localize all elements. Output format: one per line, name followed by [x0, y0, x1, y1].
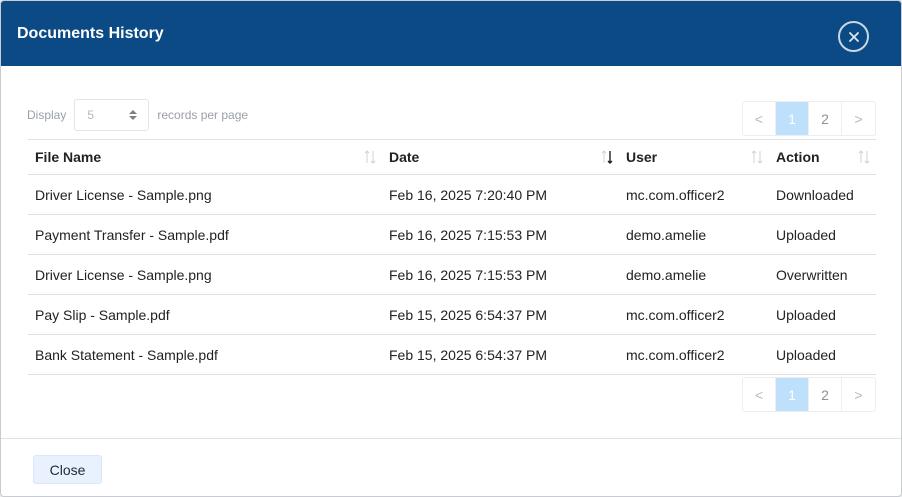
date-cell: Feb 15, 2025 6:54:37 PM [389, 346, 547, 363]
close-button[interactable]: Close [33, 455, 102, 484]
history-table: File Name Date User Action Driver Licens… [28, 139, 876, 375]
sort-unsorted-icon [751, 150, 763, 164]
column-label: User [626, 149, 658, 165]
modal-title: Documents History [17, 25, 164, 42]
pagination-bottom: < 1 2 > [742, 377, 876, 412]
pagination-top: < 1 2 > [742, 101, 876, 136]
action-cell: Uploaded [776, 306, 836, 323]
modal-header: Documents History [1, 1, 901, 66]
column-header-user[interactable]: User [619, 140, 769, 174]
user-cell: demo.amelie [626, 266, 707, 283]
table-header: File Name Date User Action [28, 140, 876, 175]
page-size-value: 5 [87, 108, 95, 122]
user-cell: mc.com.officer2 [626, 306, 725, 323]
action-cell: Uploaded [776, 226, 836, 243]
sort-unsorted-icon [364, 150, 376, 164]
close-x-glyph [848, 31, 859, 42]
file-name-cell: Bank Statement - Sample.pdf [35, 346, 218, 363]
page-2-button[interactable]: 2 [809, 378, 842, 411]
column-label: File Name [35, 149, 102, 165]
date-cell: Feb 16, 2025 7:15:53 PM [389, 226, 547, 243]
action-cell: Downloaded [776, 186, 854, 203]
prev-page-button[interactable]: < [743, 102, 776, 135]
table-row: Pay Slip - Sample.pdf Feb 15, 2025 6:54:… [28, 295, 876, 335]
next-page-button[interactable]: > [842, 378, 875, 411]
sort-descending-icon [601, 150, 613, 164]
user-cell: mc.com.officer2 [626, 346, 725, 363]
file-name-cell: Pay Slip - Sample.pdf [35, 306, 170, 323]
sort-unsorted-icon [858, 150, 870, 164]
prev-page-button[interactable]: < [743, 378, 776, 411]
table-row: Payment Transfer - Sample.pdf Feb 16, 20… [28, 215, 876, 255]
user-cell: mc.com.officer2 [626, 186, 725, 203]
table-row: Driver License - Sample.png Feb 16, 2025… [28, 255, 876, 295]
file-name-cell: Driver License - Sample.png [35, 266, 212, 283]
table-row: Bank Statement - Sample.pdf Feb 15, 2025… [28, 335, 876, 375]
page-2-button[interactable]: 2 [809, 102, 842, 135]
date-cell: Feb 16, 2025 7:15:53 PM [389, 266, 547, 283]
next-page-button[interactable]: > [842, 102, 875, 135]
file-name-cell: Driver License - Sample.png [35, 186, 212, 203]
date-cell: Feb 15, 2025 6:54:37 PM [389, 306, 547, 323]
file-name-cell: Payment Transfer - Sample.pdf [35, 226, 229, 243]
column-header-file-name[interactable]: File Name [28, 140, 382, 174]
select-stepper-icon [129, 110, 138, 120]
action-cell: Uploaded [776, 346, 836, 363]
modal-footer: Close [1, 438, 901, 496]
column-header-date[interactable]: Date [382, 140, 619, 174]
column-label: Action [776, 149, 820, 165]
date-cell: Feb 16, 2025 7:20:40 PM [389, 186, 547, 203]
action-cell: Overwritten [776, 266, 848, 283]
close-icon[interactable] [838, 21, 869, 52]
page-1-button[interactable]: 1 [776, 102, 809, 135]
column-header-action[interactable]: Action [769, 140, 876, 174]
page-size-controls: Display 5 records per page [27, 99, 248, 131]
page-1-button[interactable]: 1 [776, 378, 809, 411]
page-size-select[interactable]: 5 [74, 99, 150, 131]
display-label: Display [27, 108, 67, 122]
records-per-page-label: records per page [157, 108, 249, 122]
documents-history-modal: Documents History Display 5 records per … [0, 0, 902, 497]
user-cell: demo.amelie [626, 226, 707, 243]
column-label: Date [389, 149, 420, 165]
table-row: Driver License - Sample.png Feb 16, 2025… [28, 175, 876, 215]
